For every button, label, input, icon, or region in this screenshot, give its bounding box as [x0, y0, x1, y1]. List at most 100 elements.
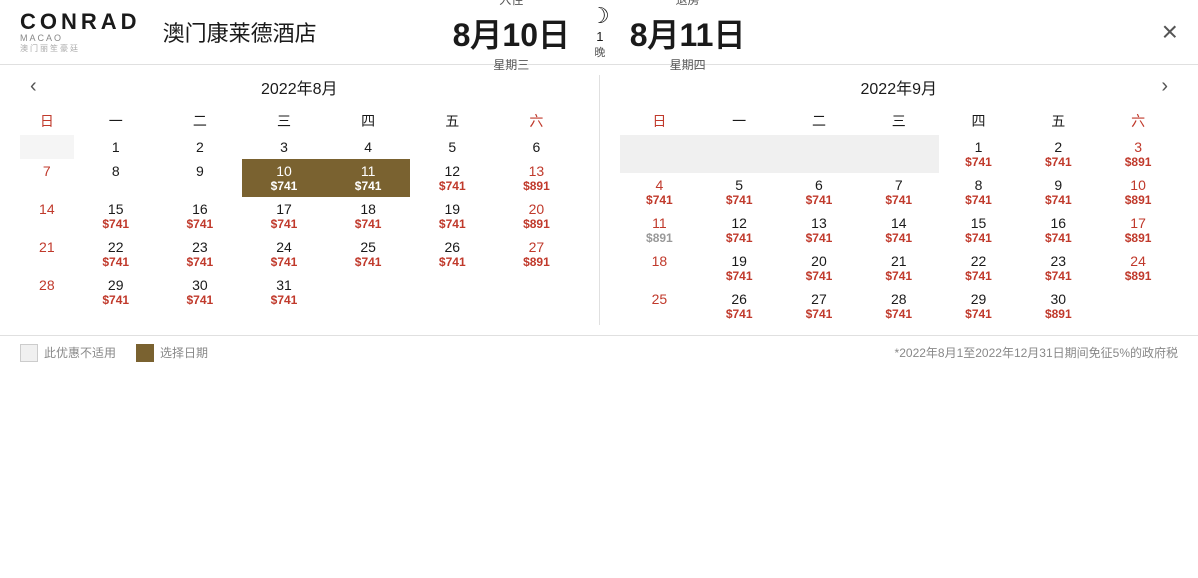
- calendar-day[interactable]: 1$741: [939, 135, 1019, 173]
- next-month-button[interactable]: ›: [1151, 75, 1178, 98]
- calendar-day[interactable]: 21$741: [859, 249, 939, 287]
- calendar-day[interactable]: 6: [494, 135, 578, 159]
- day-price: $741: [701, 307, 777, 321]
- calendar-day[interactable]: 16$741: [158, 197, 242, 235]
- calendar-week: 123456: [20, 135, 579, 159]
- nights-count: 1: [596, 29, 603, 44]
- calendar-day[interactable]: 13$891: [494, 159, 578, 197]
- legend: 此优惠不适用 选择日期: [20, 344, 208, 362]
- calendar-day[interactable]: 11$741: [326, 159, 410, 197]
- calendar-day[interactable]: 11$891: [620, 211, 700, 249]
- calendar-day[interactable]: 10$741: [242, 159, 326, 197]
- day-number: 19: [701, 253, 777, 269]
- prev-month-button[interactable]: ‹: [20, 75, 47, 98]
- calendar-day[interactable]: 23$741: [158, 235, 242, 273]
- calendar-day[interactable]: 8: [74, 159, 158, 197]
- day-number: 13: [781, 215, 857, 231]
- close-button[interactable]: ×: [1162, 16, 1178, 48]
- day-number: 4: [328, 139, 408, 155]
- calendar-day[interactable]: 24$891: [1098, 249, 1178, 287]
- calendar-day[interactable]: 17$891: [1098, 211, 1178, 249]
- calendar-day[interactable]: 14: [20, 197, 74, 235]
- calendar-day[interactable]: 27$891: [494, 235, 578, 273]
- calendar-day[interactable]: 27$741: [779, 287, 859, 325]
- day-header: 二: [158, 107, 242, 135]
- calendar-day[interactable]: 19$741: [699, 249, 779, 287]
- checkout-label: 退房: [630, 0, 746, 8]
- calendar-day[interactable]: 12$741: [410, 159, 494, 197]
- calendar-day[interactable]: 16$741: [1018, 211, 1098, 249]
- day-price: $741: [781, 269, 857, 283]
- day-number: 26: [412, 239, 492, 255]
- day-price: $891: [622, 231, 698, 245]
- calendar-day[interactable]: 17$741: [242, 197, 326, 235]
- day-number: 2: [1020, 139, 1096, 155]
- calendar-day[interactable]: 2$741: [1018, 135, 1098, 173]
- calendar-day[interactable]: 15$741: [74, 197, 158, 235]
- calendar-day[interactable]: 8$741: [939, 173, 1019, 211]
- calendar-day[interactable]: 22$741: [74, 235, 158, 273]
- calendar-day[interactable]: 1: [74, 135, 158, 159]
- checkin-weekday: 星期三: [453, 56, 570, 73]
- day-number: 22: [76, 239, 156, 255]
- day-number: 14: [861, 215, 937, 231]
- calendar-day[interactable]: 25: [620, 287, 700, 325]
- day-price: $741: [328, 217, 408, 231]
- calendar-day[interactable]: 9: [158, 159, 242, 197]
- day-number: 13: [496, 163, 576, 179]
- day-number: 25: [622, 291, 698, 307]
- calendar-day[interactable]: 12$741: [699, 211, 779, 249]
- day-number: 4: [622, 177, 698, 193]
- calendar-day[interactable]: 20$891: [494, 197, 578, 235]
- logo-text: CONRAD MACAO澳门丽笙豪廷: [20, 10, 141, 54]
- unavailable-box: [20, 344, 38, 362]
- calendar-day[interactable]: 21: [20, 235, 74, 273]
- calendar-day[interactable]: 13$741: [779, 211, 859, 249]
- calendar-day[interactable]: 28: [20, 273, 74, 311]
- calendar-day[interactable]: 5$741: [699, 173, 779, 211]
- calendar-day[interactable]: 18: [620, 249, 700, 287]
- september-calendar: 2022年9月 › 日一二三四五六 1$7412$7413$8914$7415$…: [600, 75, 1198, 325]
- calendar-day[interactable]: 19$741: [410, 197, 494, 235]
- day-header: 四: [326, 107, 410, 135]
- day-price: $741: [160, 293, 240, 307]
- day-number: 1: [941, 139, 1017, 155]
- day-price: $741: [622, 193, 698, 207]
- calendar-day[interactable]: 29$741: [74, 273, 158, 311]
- day-price: $741: [412, 179, 492, 193]
- day-header: 三: [859, 107, 939, 135]
- day-number: 22: [941, 253, 1017, 269]
- calendar-day[interactable]: 18$741: [326, 197, 410, 235]
- calendar-day[interactable]: 20$741: [779, 249, 859, 287]
- calendar-day[interactable]: 3: [242, 135, 326, 159]
- calendar-day[interactable]: 22$741: [939, 249, 1019, 287]
- calendar-day[interactable]: 29$741: [939, 287, 1019, 325]
- calendar-day[interactable]: 3$891: [1098, 135, 1178, 173]
- calendar-day[interactable]: 26$741: [410, 235, 494, 273]
- august-nav: ‹ 2022年8月: [20, 75, 579, 99]
- calendar-day[interactable]: 4: [326, 135, 410, 159]
- calendar-day[interactable]: 5: [410, 135, 494, 159]
- calendar-day[interactable]: 14$741: [859, 211, 939, 249]
- calendar-day[interactable]: 31$741: [242, 273, 326, 311]
- calendar-day[interactable]: 28$741: [859, 287, 939, 325]
- calendar-day[interactable]: 6$741: [779, 173, 859, 211]
- august-table: 日一二三四五六 12345678910$74111$74112$74113$89…: [20, 107, 579, 311]
- calendar-day[interactable]: 9$741: [1018, 173, 1098, 211]
- calendar-day[interactable]: 7$741: [859, 173, 939, 211]
- calendar-day: [20, 135, 74, 159]
- calendar-day[interactable]: 23$741: [1018, 249, 1098, 287]
- day-price: $741: [861, 307, 937, 321]
- calendar-day[interactable]: 30$741: [158, 273, 242, 311]
- calendar-day[interactable]: 26$741: [699, 287, 779, 325]
- calendar-day: [699, 135, 779, 173]
- calendar-day[interactable]: 4$741: [620, 173, 700, 211]
- day-price: $741: [941, 269, 1017, 283]
- calendar-day[interactable]: 25$741: [326, 235, 410, 273]
- calendar-day[interactable]: 7: [20, 159, 74, 197]
- calendar-day[interactable]: 2: [158, 135, 242, 159]
- calendar-day[interactable]: 30$891: [1018, 287, 1098, 325]
- calendar-day[interactable]: 24$741: [242, 235, 326, 273]
- calendar-day[interactable]: 10$891: [1098, 173, 1178, 211]
- calendar-day[interactable]: 15$741: [939, 211, 1019, 249]
